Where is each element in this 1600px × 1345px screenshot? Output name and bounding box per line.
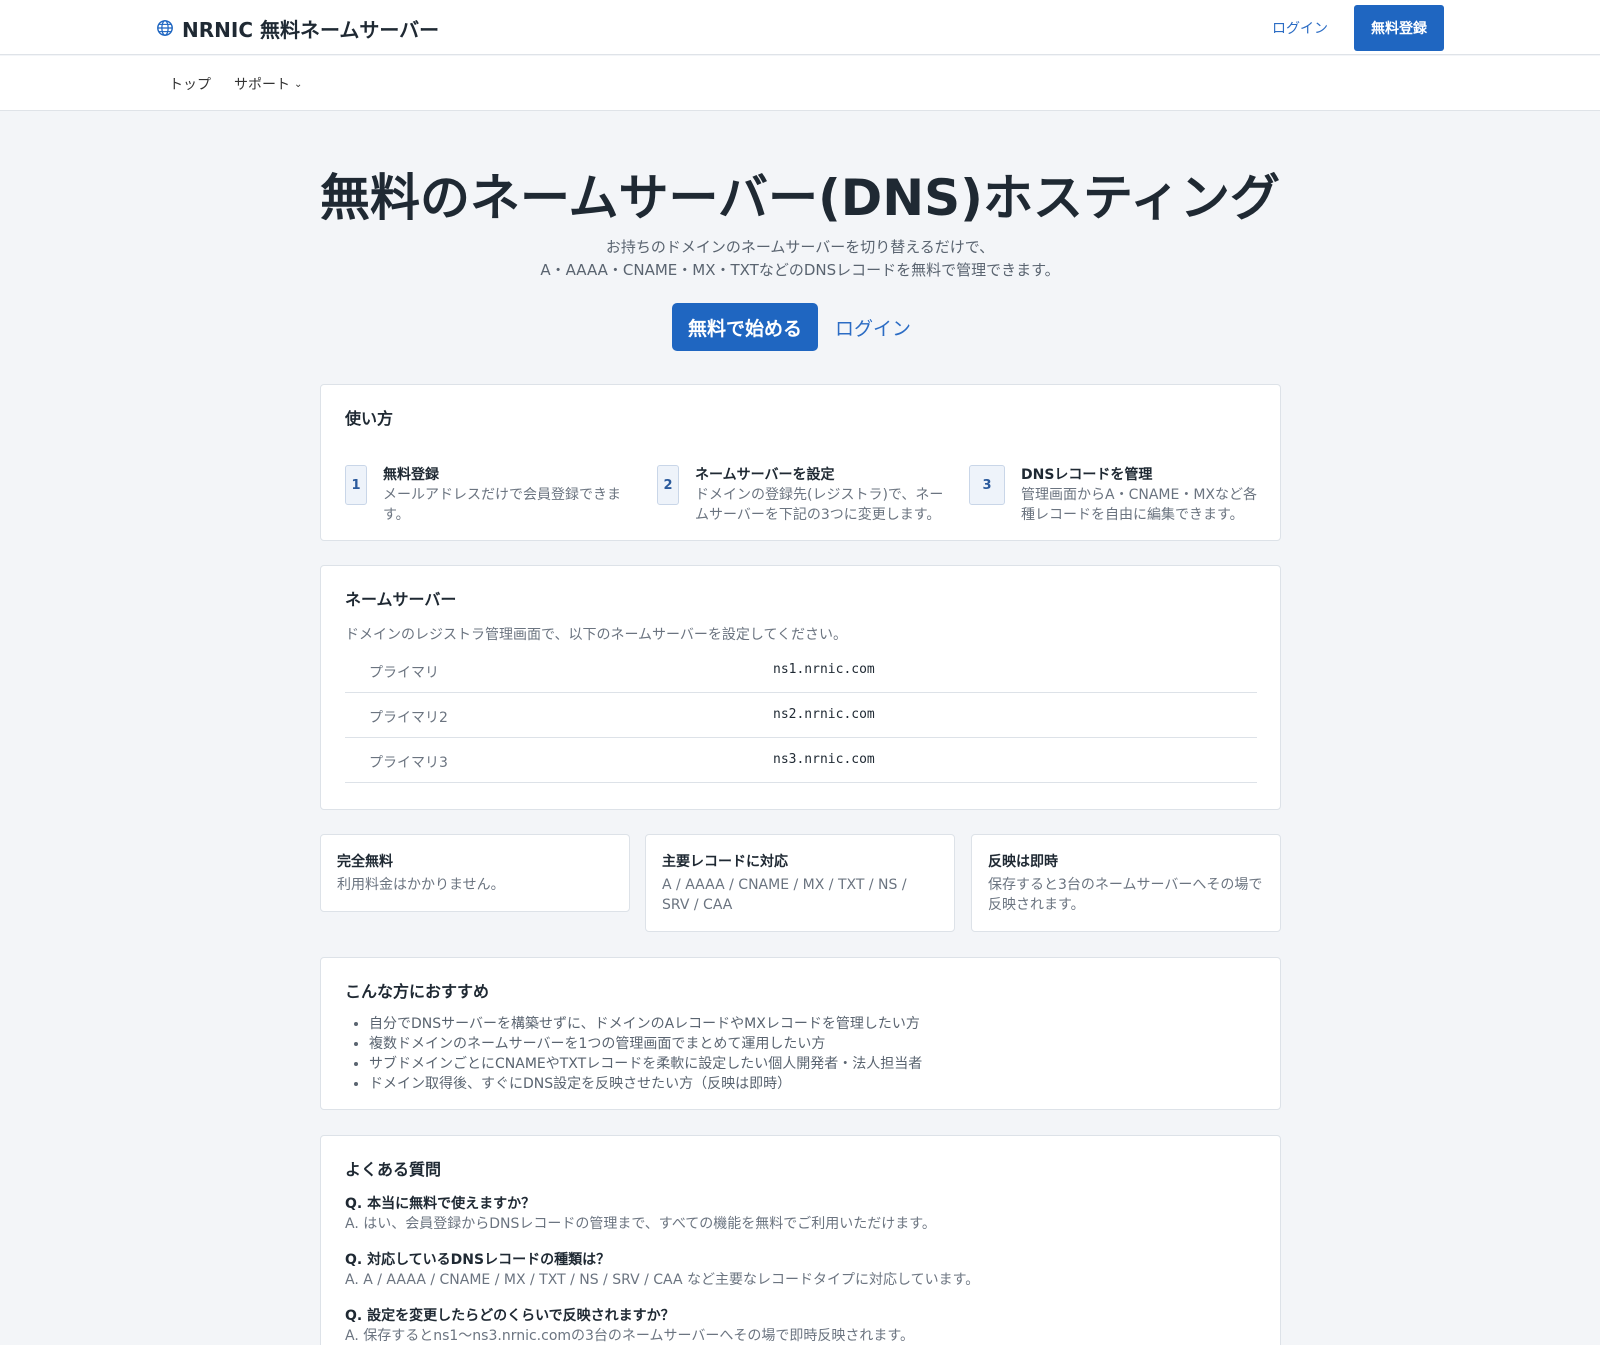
nameserver-label: プライマリ2: [369, 710, 448, 726]
nameserver-value[interactable]: ns2.nrnic.com: [773, 707, 875, 722]
nav-item-top-label: トップ: [169, 77, 211, 93]
recommend-title: こんな方におすすめ: [345, 982, 490, 1001]
top-header: NRNIC 無料ネームサーバー ログイン 無料登録: [0, 0, 1600, 55]
list-item: 自分でDNSサーバーを構築せずに、ドメインのAレコードやMXレコードを管理したい…: [369, 1014, 922, 1034]
brand-name: NRNIC 無料ネームサーバー: [182, 17, 440, 42]
faq-answer: A. はい、会員登録からDNSレコードの管理まで、すべての機能を無料でご利用いた…: [345, 1216, 936, 1232]
table-row: プライマリ ns1.nrnic.com: [345, 648, 1257, 693]
list-item: 複数ドメインのネームサーバーを1つの管理画面でまとめて運用したい方: [369, 1034, 922, 1054]
step-number: 1: [345, 465, 367, 505]
step-title: DNSレコードを管理: [1021, 467, 1153, 483]
globe-icon: [157, 20, 173, 36]
nav-item-top[interactable]: トップ: [169, 74, 211, 94]
chevron-down-icon: ⌄: [294, 78, 303, 90]
feature-title: 主要レコードに対応: [662, 854, 788, 870]
main-nav: トップ サポート ⌄: [0, 56, 1600, 111]
feature-card-records: 主要レコードに対応 A / AAAA / CNAME / MX / TXT / …: [645, 834, 955, 932]
faq-answer: A. A / AAAA / CNAME / MX / TXT / NS / SR…: [345, 1272, 980, 1288]
feature-description: 保存すると3台のネームサーバーへその場で反映されます。: [988, 877, 1263, 913]
list-item: ドメイン取得後、すぐにDNS設定を反映させたい方（反映は即時）: [369, 1074, 922, 1094]
feature-description: 利用料金はかかりません。: [337, 877, 505, 893]
step-number: 2: [657, 465, 679, 505]
nameserver-value[interactable]: ns1.nrnic.com: [773, 662, 875, 677]
hero-login-link[interactable]: ログイン: [835, 314, 911, 341]
feature-description: A / AAAA / CNAME / MX / TXT / NS / SRV /…: [662, 877, 907, 913]
hero-subtitle: お持ちのドメインのネームサーバーを切り替えるだけで、 A・AAAA・CNAME・…: [0, 236, 1600, 282]
nameserver-table: プライマリ ns1.nrnic.com プライマリ2 ns2.nrnic.com…: [345, 648, 1257, 783]
faq-question: Q. 本当に無料で使えますか？: [345, 1196, 536, 1212]
nameserver-label: プライマリ: [369, 665, 439, 681]
brand-logo-link[interactable]: NRNIC 無料ネームサーバー: [156, 15, 440, 42]
step-number: 3: [969, 465, 1005, 505]
step-item: 2 ネームサーバーを設定 ドメインの登録先(レジストラ)で、ネームサーバーを下記…: [657, 465, 947, 525]
nav-item-support-dropdown[interactable]: サポート ⌄: [234, 74, 302, 94]
feature-card-free: 完全無料 利用料金はかかりません。: [320, 834, 630, 912]
feature-card-instant: 反映は即時 保存すると3台のネームサーバーへその場で反映されます。: [971, 834, 1281, 932]
step-item: 3 DNSレコードを管理 管理画面からA・CNAME・MXなど各種レコードを自由…: [969, 465, 1259, 525]
feature-title: 完全無料: [337, 854, 393, 870]
nameserver-description: ドメインのレジストラ管理画面で、以下のネームサーバーを設定してください。: [345, 627, 848, 643]
faq-title: よくある質問: [345, 1160, 442, 1179]
table-row: プライマリ3 ns3.nrnic.com: [345, 738, 1257, 783]
faq-question: Q. 設定を変更したらどのくらいで反映されますか？: [345, 1308, 675, 1324]
faq-answer: A. 保存するとns1〜ns3.nrnic.comの3台のネームサーバーへその場…: [345, 1328, 914, 1344]
faq-card: よくある質問 Q. 本当に無料で使えますか？ A. はい、会員登録からDNSレコ…: [320, 1135, 1281, 1345]
header-signup-button[interactable]: 無料登録: [1354, 5, 1444, 51]
recommend-card: こんな方におすすめ 自分でDNSサーバーを構築せずに、ドメインのAレコードやMX…: [320, 957, 1281, 1110]
step-description: メールアドレスだけで会員登録できます。: [383, 487, 621, 523]
nameserver-label: プライマリ3: [369, 755, 448, 771]
hero-subtitle-line-2: A・AAAA・CNAME・MX・TXTなどのDNSレコードを無料で管理できます。: [540, 261, 1060, 279]
faq-item: Q. 設定を変更したらどのくらいで反映されますか？ A. 保存するとns1〜ns…: [345, 1306, 914, 1345]
nav-item-support-label: サポート: [234, 77, 290, 93]
header-login-link[interactable]: ログイン: [1272, 18, 1328, 38]
faq-item: Q. 本当に無料で使えますか？ A. はい、会員登録からDNSレコードの管理まで…: [345, 1194, 936, 1234]
recommend-list: 自分でDNSサーバーを構築せずに、ドメインのAレコードやMXレコードを管理したい…: [369, 1014, 922, 1094]
faq-question: Q. 対応しているDNSレコードの種類は？: [345, 1252, 611, 1268]
how-to-title: 使い方: [345, 409, 394, 428]
step-title: 無料登録: [383, 467, 439, 483]
hero-subtitle-line-1: お持ちのドメインのネームサーバーを切り替えるだけで、: [605, 238, 995, 256]
feature-title: 反映は即時: [988, 854, 1058, 870]
step-description: 管理画面からA・CNAME・MXなど各種レコードを自由に編集できます。: [1021, 487, 1257, 523]
nameserver-title: ネームサーバー: [345, 590, 457, 609]
list-item: サブドメインごとにCNAMEやTXTレコードを柔軟に設定したい個人開発者・法人担…: [369, 1054, 922, 1074]
nameserver-value[interactable]: ns3.nrnic.com: [773, 752, 875, 767]
step-description: ドメインの登録先(レジストラ)で、ネームサーバーを下記の3つに変更します。: [695, 487, 944, 523]
nameserver-card: ネームサーバー ドメインのレジストラ管理画面で、以下のネームサーバーを設定してく…: [320, 565, 1281, 810]
table-row: プライマリ2 ns2.nrnic.com: [345, 693, 1257, 738]
faq-item: Q. 対応しているDNSレコードの種類は？ A. A / AAAA / CNAM…: [345, 1250, 979, 1290]
step-title: ネームサーバーを設定: [695, 467, 835, 483]
hero-title: 無料のネームサーバー(DNS)ホスティング: [319, 169, 1281, 227]
how-to-card: 使い方 1 無料登録 メールアドレスだけで会員登録できます。 2 ネームサーバー…: [320, 384, 1281, 541]
start-free-button[interactable]: 無料で始める: [672, 303, 818, 351]
step-item: 1 無料登録 メールアドレスだけで会員登録できます。: [345, 465, 635, 525]
